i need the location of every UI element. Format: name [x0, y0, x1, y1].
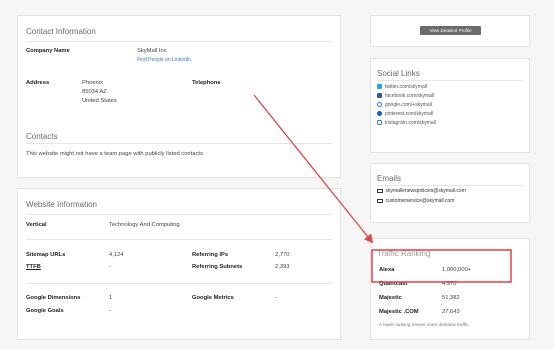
alexa-highlight-box	[371, 249, 512, 283]
annotation-arrow	[253, 94, 374, 244]
annotation-overlay	[253, 94, 512, 283]
